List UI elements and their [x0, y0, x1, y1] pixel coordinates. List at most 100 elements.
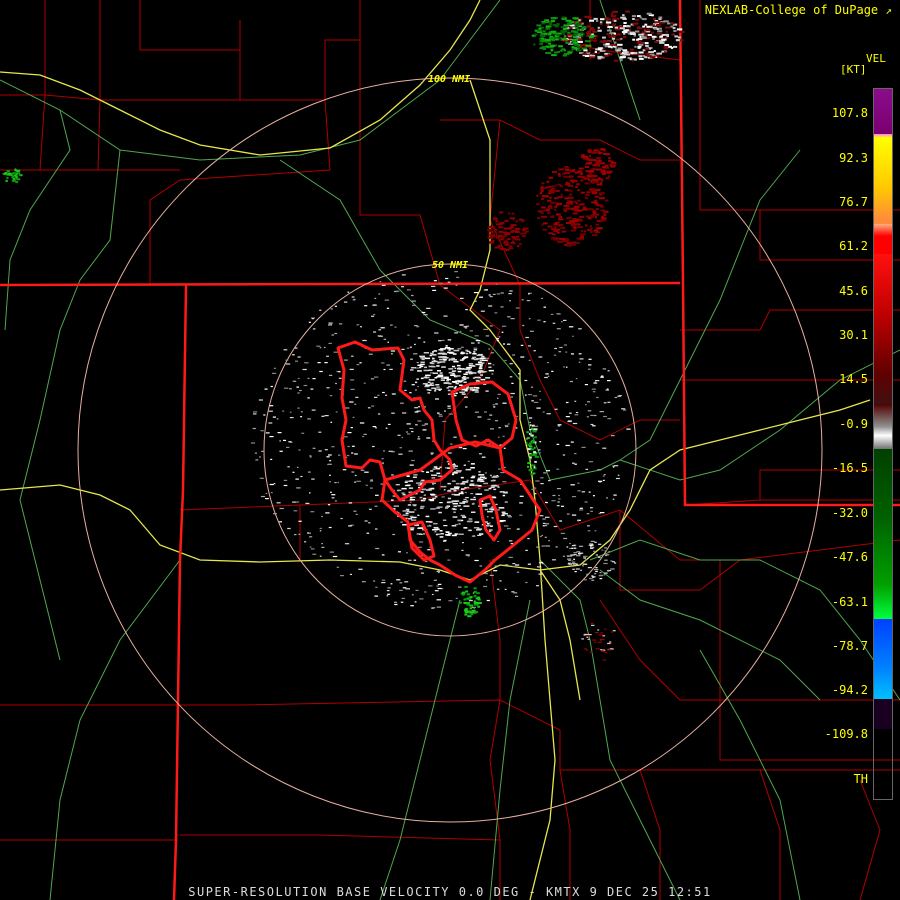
- echo-pixel: [303, 384, 308, 387]
- echo-pixel: [387, 341, 389, 343]
- echo-pixel: [443, 287, 448, 289]
- echo-pixel: [519, 242, 522, 245]
- echo-pixel: [312, 378, 316, 380]
- echo-pixel: [572, 462, 575, 464]
- attribution-label[interactable]: NEXLAB-College of DuPage ↗: [705, 3, 892, 17]
- echo-pixel: [571, 241, 577, 244]
- echo-pixel: [626, 25, 631, 28]
- echo-pixel: [327, 504, 331, 506]
- echo-pixel: [434, 496, 438, 498]
- echo-pixel: [7, 172, 12, 175]
- echo-pixel: [448, 348, 454, 350]
- echo-pixel: [304, 362, 309, 364]
- echo-pixel: [624, 53, 630, 56]
- echo-pixel: [374, 528, 378, 530]
- echo-pixel: [560, 226, 566, 229]
- echo-pixel: [584, 182, 590, 185]
- echo-pixel: [556, 202, 562, 205]
- echo-pixel: [581, 638, 585, 640]
- echo-pixel: [583, 230, 587, 233]
- echo-pixel: [607, 570, 610, 572]
- echo-pixel: [477, 528, 483, 530]
- echo-pixel: [381, 579, 386, 581]
- echo-pixel: [545, 45, 549, 48]
- echo-pixel: [273, 483, 276, 485]
- echo-pixel: [287, 527, 291, 530]
- echo-pixel: [458, 533, 464, 535]
- echo-pixel: [423, 499, 426, 501]
- echo-pixel: [532, 472, 536, 475]
- echo-pixel: [327, 463, 329, 466]
- echo-pixel: [409, 515, 414, 518]
- echo-pixel: [334, 305, 337, 307]
- echo-pixel: [604, 559, 608, 561]
- echo-pixel: [356, 480, 361, 482]
- echo-pixel: [614, 26, 619, 29]
- echo-pixel: [403, 380, 407, 382]
- echo-pixel: [599, 572, 602, 574]
- echo-pixel: [600, 632, 603, 634]
- echo-pixel: [401, 436, 404, 439]
- echo-pixel: [599, 411, 604, 413]
- echo-pixel: [541, 22, 546, 25]
- echo-pixel: [298, 520, 302, 522]
- echo-pixel: [536, 566, 542, 568]
- echo-pixel: [498, 230, 504, 233]
- echo-pixel: [362, 435, 365, 438]
- echo-pixel: [368, 522, 371, 524]
- echo-pixel: [347, 445, 350, 448]
- echo-pixel: [371, 445, 375, 448]
- echo-pixel: [463, 598, 467, 601]
- echo-pixel: [501, 514, 505, 517]
- echo-pixel: [569, 193, 573, 196]
- echo-pixel: [557, 183, 562, 186]
- echo-pixel: [431, 453, 433, 455]
- echo-pixel: [567, 189, 573, 192]
- echo-pixel: [596, 157, 601, 160]
- echo-pixel: [310, 511, 315, 513]
- echo-pixel: [582, 206, 587, 209]
- echo-pixel: [526, 431, 529, 434]
- echo-pixel: [608, 35, 612, 38]
- echo-pixel: [439, 358, 443, 361]
- echo-pixel: [545, 501, 547, 503]
- echo-pixel: [561, 230, 567, 233]
- echo-pixel: [605, 177, 610, 180]
- echo-pixel: [509, 363, 513, 365]
- velocity-colorbar: [873, 88, 893, 800]
- echo-pixel: [512, 563, 516, 565]
- echo-pixel: [440, 533, 444, 535]
- echo-pixel: [504, 501, 508, 503]
- external-link-icon[interactable]: ↗: [885, 4, 892, 17]
- echo-pixel: [599, 21, 603, 24]
- echo-pixel: [529, 330, 534, 332]
- echo-pixel: [533, 401, 539, 403]
- echo-pixel: [614, 41, 617, 44]
- echo-pixel: [606, 33, 610, 36]
- echo-pixel: [574, 43, 579, 46]
- echo-pixel: [463, 373, 468, 375]
- echo-pixel: [452, 502, 458, 505]
- echo-pixel: [448, 372, 452, 374]
- echo-pixel: [465, 468, 472, 471]
- echo-pixel: [349, 368, 354, 370]
- echo-pixel: [495, 420, 499, 422]
- echo-pixel: [311, 409, 316, 411]
- echo-pixel: [593, 199, 598, 202]
- echo-pixel: [563, 366, 565, 368]
- echo-pixel: [488, 233, 491, 236]
- echo-pixel: [626, 428, 631, 430]
- echo-pixel: [454, 367, 457, 369]
- echo-pixel: [666, 22, 671, 25]
- echo-pixel: [446, 380, 449, 382]
- echo-pixel: [547, 225, 553, 228]
- echo-pixel: [18, 172, 21, 175]
- echo-pixel: [588, 32, 591, 35]
- echo-pixel: [630, 52, 634, 55]
- echo-pixel: [556, 189, 560, 192]
- echo-pixel: [406, 289, 411, 291]
- echo-pixel: [510, 224, 517, 227]
- attribution-text[interactable]: NEXLAB-College of DuPage: [705, 3, 878, 17]
- echo-pixel: [426, 307, 431, 309]
- echo-pixel: [348, 502, 353, 504]
